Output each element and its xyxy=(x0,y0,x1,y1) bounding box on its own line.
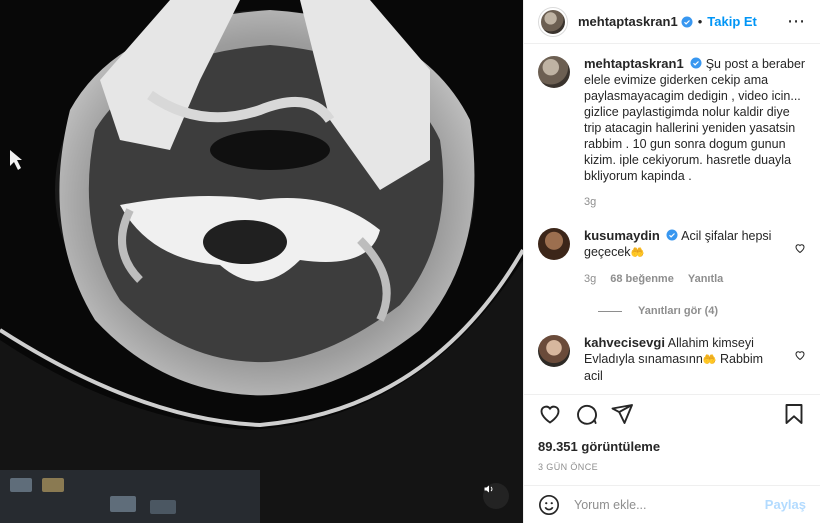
praying-hands-emoji: 🤲 xyxy=(702,354,717,366)
verified-icon xyxy=(681,16,693,27)
comment-username[interactable]: kusumaydin xyxy=(584,228,660,243)
post-side-panel: mehtaptaskran1 • Takip Et ⋯ mehtaptaskra… xyxy=(523,0,820,523)
comment-row: kahvecisevgi Allahim kimseyi Evladıyla s… xyxy=(538,335,806,384)
author-username[interactable]: mehtaptaskran1 xyxy=(578,14,678,29)
ct-scan-image xyxy=(0,0,523,523)
volume-toggle-button[interactable] xyxy=(483,483,509,509)
caption-row: mehtaptaskran1 Şu post a beraber elele e… xyxy=(538,56,806,210)
comment-input[interactable] xyxy=(574,497,765,512)
view-count[interactable]: 89.351 görüntüleme xyxy=(538,439,806,454)
like-heart-icon[interactable] xyxy=(538,402,562,426)
praying-hands-emoji: 🤲 xyxy=(630,247,645,259)
share-icon[interactable] xyxy=(610,402,634,426)
caption-text: mehtaptaskran1 Şu post a beraber elele e… xyxy=(584,56,806,184)
reply-button[interactable]: Yanıtla xyxy=(688,271,723,287)
caption-username[interactable]: mehtaptaskran1 xyxy=(584,56,684,71)
more-options-icon[interactable]: ⋯ xyxy=(787,11,806,32)
verified-icon xyxy=(690,57,702,69)
post-time-ago[interactable]: 3 GÜN ÖNCE xyxy=(538,462,806,472)
view-replies-label: Yanıtları gör (4) xyxy=(638,305,719,317)
follow-button[interactable]: Takip Et xyxy=(707,14,757,29)
comment-row: kusumaydin Acil şifalar hepsi geçecek🤲 3… xyxy=(538,228,806,287)
comment-avatar[interactable] xyxy=(538,228,570,260)
heart-icon[interactable] xyxy=(794,349,806,361)
post-comment-button[interactable]: Paylaş xyxy=(765,497,806,512)
post-actions: 89.351 görüntüleme 3 GÜN ÖNCE xyxy=(524,394,820,472)
smiley-icon[interactable] xyxy=(538,494,560,516)
comment-avatar[interactable] xyxy=(538,335,570,367)
comments-list[interactable]: mehtaptaskran1 Şu post a beraber elele e… xyxy=(524,44,820,394)
verified-icon xyxy=(666,229,678,241)
separator-dot: • xyxy=(697,14,703,29)
comment-timestamp: 3g xyxy=(584,273,597,285)
comment-composer: Paylaş xyxy=(524,485,820,523)
comment-icon[interactable] xyxy=(574,402,598,426)
volume-icon xyxy=(484,485,493,493)
post-media-video[interactable] xyxy=(0,0,523,523)
view-replies-button[interactable]: Yanıtları gör (4) xyxy=(598,305,806,317)
bookmark-icon[interactable] xyxy=(782,402,806,426)
caption-avatar[interactable] xyxy=(538,56,570,88)
post-header: mehtaptaskran1 • Takip Et ⋯ xyxy=(524,0,820,44)
comment-likes[interactable]: 68 beğenme xyxy=(610,271,674,287)
caption-timestamp: 3g xyxy=(584,196,597,208)
heart-icon[interactable] xyxy=(794,242,806,254)
author-avatar[interactable] xyxy=(538,6,568,37)
caption-body: Şu post a beraber elele evimize giderken… xyxy=(584,57,806,183)
comment-username[interactable]: kahvecisevgi xyxy=(584,335,665,350)
